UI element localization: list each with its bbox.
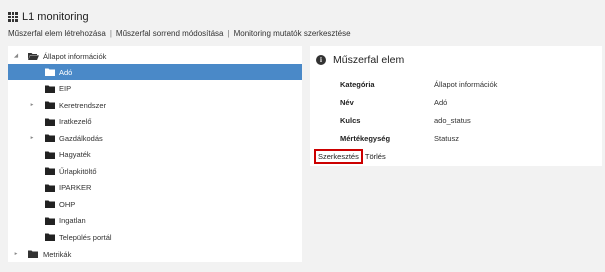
tree-item[interactable]: ▸ Keretrendszer <box>8 97 302 113</box>
folder-open-icon <box>28 52 39 60</box>
folder-icon <box>45 101 55 109</box>
tree-metrics-label: Metrikák <box>43 249 72 259</box>
caret-right-icon[interactable]: ▸ <box>12 246 20 262</box>
caret-right-icon[interactable]: ▸ <box>28 97 36 113</box>
folder-icon <box>45 184 55 192</box>
key-label: Kulcs <box>340 116 361 125</box>
create-dashboard-item-link[interactable]: Műszerfal elem létrehozása <box>8 29 106 38</box>
tree-item-label: IPARKER <box>59 183 92 192</box>
toolbar: Műszerfal elem létrehozása | Műszerfal s… <box>8 27 351 39</box>
reorder-dashboard-link[interactable]: Műszerfal sorrend módosítása <box>116 29 224 38</box>
folder-icon <box>45 118 55 126</box>
toolbar-separator: | <box>227 28 230 38</box>
detail-header: i Műszerfal elem <box>316 53 404 67</box>
tree-item-label: Űrlapkitöltő <box>59 166 97 176</box>
tree-item-label: Ingatlan <box>59 216 86 225</box>
folder-icon <box>28 250 38 258</box>
page-header: L1 monitoring <box>8 9 89 25</box>
category-value: Állapot információk <box>434 80 498 89</box>
tree-item[interactable]: EIP <box>8 81 302 97</box>
folder-icon <box>45 151 55 159</box>
folder-icon <box>45 68 55 76</box>
tree-item[interactable]: Ingatlan <box>8 213 302 229</box>
folder-icon <box>45 217 55 225</box>
tree-root-item[interactable]: ◢ Állapot információk <box>8 48 302 64</box>
tree-item[interactable]: OHP <box>8 196 302 212</box>
folder-icon <box>45 167 55 175</box>
grid-icon <box>8 12 18 22</box>
key-value: ado_status <box>434 116 471 125</box>
info-icon: i <box>316 55 326 65</box>
tree-item-label: Keretrendszer <box>59 100 107 110</box>
tree-panel: ◢ Állapot információk Adó EIP ▸ Keretrendsz… <box>8 46 302 262</box>
tree-root-label: Állapot információk <box>43 51 107 61</box>
tree-item-label: Adó <box>59 67 73 77</box>
tree-item[interactable]: Űrlapkitöltő <box>8 163 302 179</box>
tree-item-label: Hagyaték <box>59 150 91 159</box>
detail-panel: i Műszerfal elem Kategória Állapot infor… <box>310 46 602 166</box>
tree-item-label: Gazdálkodás <box>59 133 103 143</box>
tree-item-label: OHP <box>59 199 76 209</box>
edit-metrics-link[interactable]: Monitoring mutatók szerkesztése <box>234 29 351 38</box>
delete-button[interactable]: Törlés <box>365 152 386 161</box>
name-label: Név <box>340 98 354 107</box>
folder-icon <box>45 85 55 93</box>
category-label: Kategória <box>340 80 375 89</box>
detail-title: Műszerfal elem <box>333 54 405 66</box>
tree-metrics-item[interactable]: ▸ Metrikák <box>8 246 302 262</box>
name-value: Adó <box>434 98 448 107</box>
tree-item[interactable]: Iratkezelő <box>8 114 302 130</box>
tree-item-label: EIP <box>59 84 72 93</box>
tree-item[interactable]: ▸ Gazdálkodás <box>8 130 302 146</box>
edit-button[interactable]: Szerkesztés <box>314 149 363 164</box>
caret-right-icon[interactable]: ▸ <box>28 130 36 146</box>
tree-item[interactable]: IPARKER <box>8 180 302 196</box>
unit-label: Mértékegység <box>340 134 391 143</box>
unit-value: Statusz <box>434 134 460 143</box>
tree-item[interactable]: Adó <box>8 64 302 80</box>
page-title: L1 monitoring <box>22 11 89 23</box>
caret-down-icon[interactable]: ◢ <box>12 48 20 64</box>
folder-icon <box>45 134 55 142</box>
detail-actions: Szerkesztés Törlés <box>314 149 386 164</box>
folder-icon <box>45 233 55 241</box>
tree-item[interactable]: Hagyaték <box>8 147 302 163</box>
tree-item[interactable]: Település portál <box>8 229 302 245</box>
folder-icon <box>45 200 55 208</box>
toolbar-separator: | <box>109 28 112 38</box>
tree-item-label: Iratkezelő <box>59 117 92 126</box>
tree-item-label: Település portál <box>59 232 112 242</box>
